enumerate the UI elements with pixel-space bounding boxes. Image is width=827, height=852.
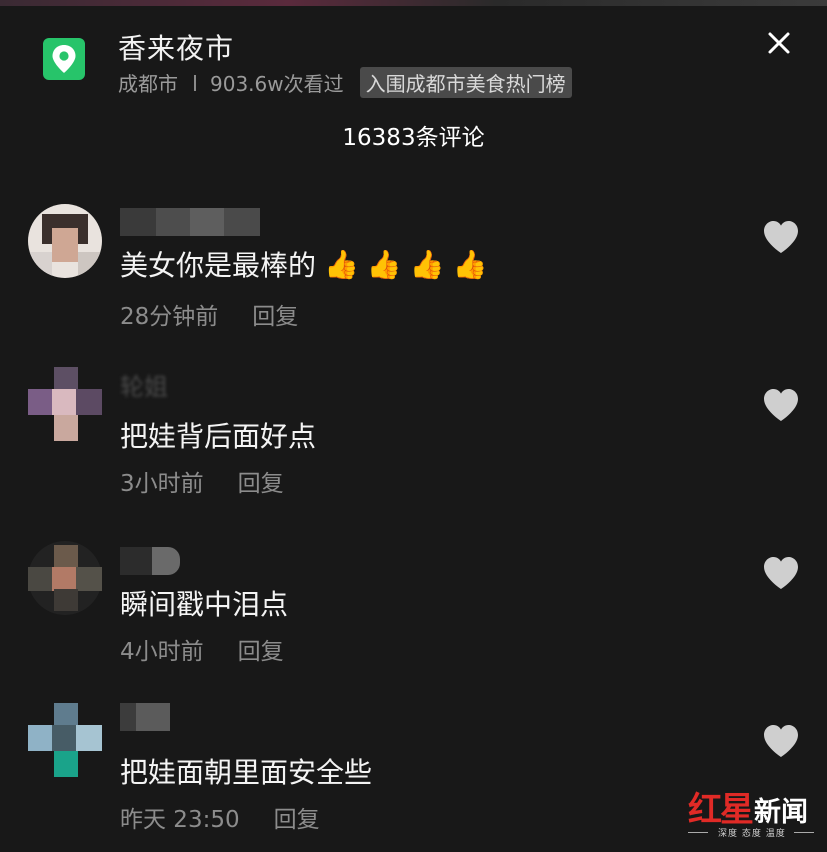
heart-icon[interactable] bbox=[762, 724, 800, 758]
comment-text: 美女你是最棒的 👍 👍 👍 👍 bbox=[120, 244, 488, 284]
username-blurred[interactable] bbox=[120, 703, 170, 731]
reply-button[interactable]: 回复 bbox=[274, 807, 320, 833]
reply-button[interactable]: 回复 bbox=[252, 304, 298, 330]
reply-button[interactable]: 回复 bbox=[238, 471, 284, 497]
close-button[interactable] bbox=[762, 26, 796, 60]
close-icon bbox=[768, 32, 790, 54]
watermark-rule-left bbox=[688, 832, 708, 833]
watermark-rule-right bbox=[794, 832, 814, 833]
comment-time: 昨天 23:50 bbox=[120, 807, 240, 833]
heart-icon[interactable] bbox=[762, 388, 800, 422]
location-pin-icon[interactable] bbox=[43, 38, 85, 80]
avatar[interactable] bbox=[28, 703, 102, 777]
city-label: 成都市 bbox=[118, 72, 178, 96]
comment-body: 美女你是最棒的 bbox=[120, 249, 317, 282]
comment-text: 把娃面朝里面安全些 bbox=[120, 751, 372, 791]
view-count: 903.6w次看过 bbox=[210, 72, 344, 96]
meta-separator bbox=[194, 74, 196, 91]
comment-meta: 3小时前 回复 bbox=[120, 464, 284, 498]
thumbs-up-emoji: 👍 bbox=[366, 247, 402, 281]
heart-icon[interactable] bbox=[762, 556, 800, 590]
avatar[interactable] bbox=[28, 541, 102, 615]
ranking-badge[interactable]: 入围成都市美食热门榜 bbox=[359, 67, 572, 98]
avatar[interactable] bbox=[28, 367, 102, 441]
comment-text: 瞬间戳中泪点 bbox=[120, 583, 288, 623]
reply-button[interactable]: 回复 bbox=[238, 639, 284, 665]
thumbs-up-emoji: 👍 bbox=[324, 247, 359, 281]
comment-time: 4小时前 bbox=[120, 639, 204, 665]
avatar[interactable] bbox=[28, 204, 102, 278]
comment-item: 瞬间戳中泪点 4小时前 回复 bbox=[0, 535, 827, 685]
comment-body: 把娃面朝里面安全些 bbox=[120, 756, 373, 789]
username-blurred[interactable] bbox=[120, 208, 260, 236]
comment-meta: 4小时前 回复 bbox=[120, 632, 284, 666]
comment-item: 轮姐 把娃背后面好点 3小时前 回复 bbox=[0, 367, 827, 517]
watermark-brand-red: 红星 bbox=[688, 790, 754, 830]
comment-time: 28分钟前 bbox=[120, 304, 219, 330]
thumbs-up-emoji: 👍 bbox=[452, 247, 488, 281]
place-meta: 成都市 903.6w次看过 入围成都市美食热门榜 bbox=[118, 67, 572, 98]
place-title[interactable]: 香来夜市 bbox=[118, 27, 234, 67]
watermark-brand-white: 新闻 bbox=[754, 797, 808, 828]
news-watermark-logo: 红星 新闻 深度 态度 温度 bbox=[688, 782, 820, 842]
comment-item: 美女你是最棒的 👍 👍 👍 👍 28分钟前 回复 bbox=[0, 200, 827, 350]
username-blurred[interactable] bbox=[120, 547, 180, 575]
comment-meta: 昨天 23:50 回复 bbox=[120, 800, 320, 834]
watermark-tagline: 深度 态度 温度 bbox=[718, 829, 786, 839]
username-blurred[interactable]: 轮姐 bbox=[120, 373, 168, 401]
comment-text: 把娃背后面好点 bbox=[120, 415, 316, 455]
watermark-brand: 红星 新闻 bbox=[688, 782, 808, 831]
heart-icon[interactable] bbox=[762, 220, 800, 254]
comment-body: 把娃背后面好点 bbox=[120, 420, 317, 453]
comment-count: 16383条评论 bbox=[342, 125, 485, 151]
comment-time: 3小时前 bbox=[120, 471, 204, 497]
username-fragment: 轮姐 bbox=[120, 373, 168, 401]
video-background-strip bbox=[0, 0, 827, 6]
comment-body: 瞬间戳中泪点 bbox=[120, 588, 289, 621]
comment-meta: 28分钟前 回复 bbox=[120, 297, 298, 331]
comment-panel: 香来夜市 成都市 903.6w次看过 入围成都市美食热门榜 16383条评论 美… bbox=[0, 0, 827, 852]
thumbs-up-emoji: 👍 bbox=[409, 247, 445, 281]
